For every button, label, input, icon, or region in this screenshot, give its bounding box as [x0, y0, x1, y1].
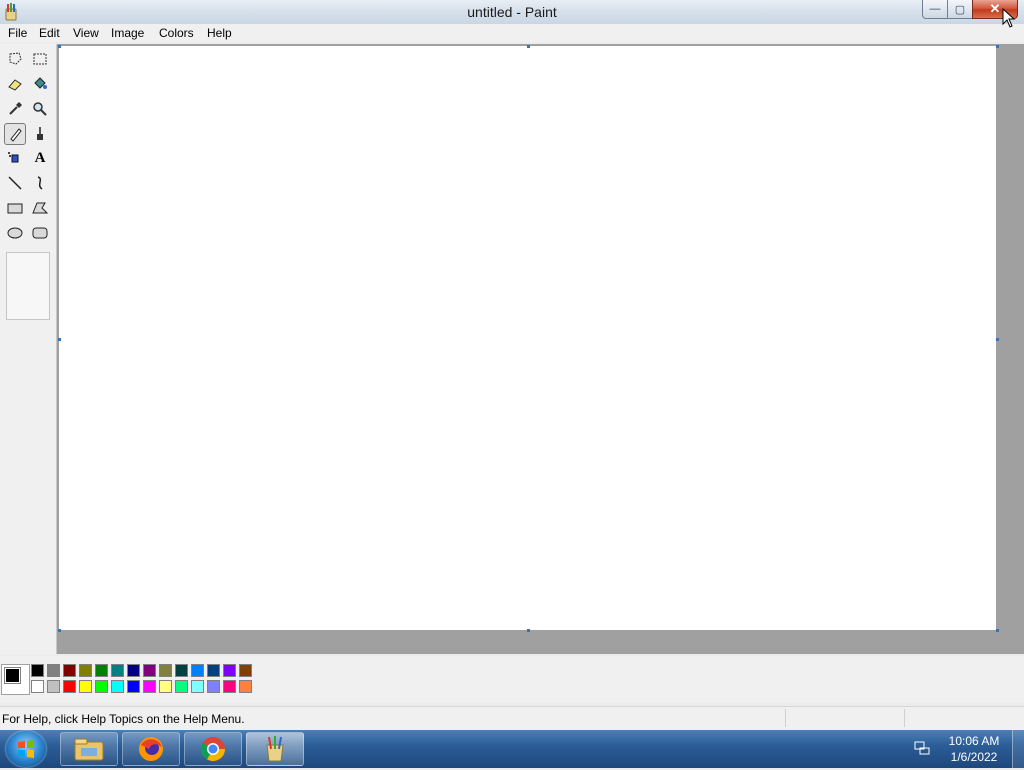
canvas-workspace: [57, 44, 1024, 654]
status-divider: [904, 709, 905, 727]
firefox-icon: [139, 737, 163, 761]
resize-handle-bottom-left[interactable]: [58, 629, 61, 632]
taskbar: 10:06 AM 1/6/2022: [0, 730, 1024, 768]
color-swatch[interactable]: [111, 680, 124, 693]
brush-icon[interactable]: [29, 123, 51, 145]
color-swatch[interactable]: [159, 680, 172, 693]
rectangle-icon[interactable]: [4, 197, 26, 219]
color-swatch[interactable]: [31, 664, 44, 677]
menu-edit[interactable]: Edit: [39, 26, 60, 40]
color-swatch[interactable]: [47, 664, 60, 677]
polygon-icon[interactable]: [29, 197, 51, 219]
eraser-icon[interactable]: [4, 73, 26, 95]
color-swatch[interactable]: [111, 664, 124, 677]
mouse-cursor-icon: [1002, 8, 1016, 28]
menu-colors[interactable]: Colors: [159, 26, 194, 40]
maximize-button[interactable]: ▢: [947, 0, 973, 19]
menu-bar: File Edit View Image Colors Help: [0, 24, 1024, 42]
status-divider: [785, 709, 786, 727]
color-palette: [0, 656, 1024, 702]
taskbar-firefox[interactable]: [122, 732, 180, 766]
color-swatch[interactable]: [207, 664, 220, 677]
resize-handle-top[interactable]: [527, 45, 530, 48]
menu-help[interactable]: Help: [207, 26, 232, 40]
text-tool-glyph: A: [34, 149, 46, 166]
status-help-text: For Help, click Help Topics on the Help …: [2, 712, 245, 726]
color-swatch[interactable]: [191, 664, 204, 677]
show-desktop-button[interactable]: [1012, 730, 1024, 768]
color-swatch[interactable]: [223, 664, 236, 677]
system-clock[interactable]: 10:06 AM 1/6/2022: [944, 733, 1004, 765]
resize-handle-top-right[interactable]: [996, 45, 999, 48]
resize-handle-top-left[interactable]: [58, 45, 61, 48]
color-swatch[interactable]: [95, 664, 108, 677]
clock-date: 1/6/2022: [950, 750, 998, 764]
resize-handle-bottom-right[interactable]: [996, 629, 999, 632]
color-swatch[interactable]: [31, 680, 44, 693]
fill-bucket-icon[interactable]: [29, 73, 51, 95]
free-form-select-icon[interactable]: [4, 48, 26, 70]
taskbar-paint[interactable]: [246, 732, 304, 766]
foreground-color[interactable]: [4, 667, 21, 684]
color-swatch[interactable]: [207, 680, 220, 693]
color-swatch[interactable]: [175, 664, 188, 677]
ellipse-icon[interactable]: [4, 222, 26, 244]
color-swatch[interactable]: [223, 680, 236, 693]
color-swatch[interactable]: [63, 664, 76, 677]
line-icon[interactable]: [4, 172, 26, 194]
color-swatch[interactable]: [127, 664, 140, 677]
color-swatch[interactable]: [127, 680, 140, 693]
windows-logo-icon: [18, 740, 34, 758]
taskbar-chrome[interactable]: [184, 732, 242, 766]
minimize-button[interactable]: —: [922, 0, 948, 19]
resize-handle-bottom[interactable]: [527, 629, 530, 632]
pencil-icon[interactable]: [4, 123, 26, 145]
color-picker-icon[interactable]: [4, 98, 26, 120]
menu-view[interactable]: View: [73, 26, 99, 40]
resize-handle-left[interactable]: [58, 338, 61, 341]
color-swatch[interactable]: [63, 680, 76, 693]
color-swatch[interactable]: [191, 680, 204, 693]
color-swatch[interactable]: [79, 664, 92, 677]
taskbar-file-explorer[interactable]: [60, 732, 118, 766]
menu-file[interactable]: File: [8, 26, 27, 40]
color-swatch[interactable]: [79, 680, 92, 693]
color-swatch[interactable]: [239, 664, 252, 677]
status-bar: For Help, click Help Topics on the Help …: [0, 706, 1024, 731]
window-title: untitled - Paint: [467, 4, 557, 20]
magnifier-icon[interactable]: [29, 98, 51, 120]
menu-image[interactable]: Image: [111, 26, 144, 40]
curve-icon[interactable]: [29, 172, 51, 194]
drawing-canvas[interactable]: [59, 46, 996, 630]
color-swatch[interactable]: [239, 680, 252, 693]
color-swatch[interactable]: [143, 680, 156, 693]
color-swatch[interactable]: [95, 680, 108, 693]
airbrush-icon[interactable]: [4, 147, 26, 169]
current-colors[interactable]: [1, 664, 30, 695]
clock-time: 10:06 AM: [948, 734, 1000, 748]
text-icon[interactable]: A: [29, 147, 51, 169]
color-swatch[interactable]: [159, 664, 172, 677]
toolbox: A: [0, 44, 57, 654]
paint-icon: [266, 736, 284, 762]
title-bar: untitled - Paint — ▢ ✕: [0, 0, 1024, 24]
start-button[interactable]: [6, 731, 46, 767]
color-swatch[interactable]: [47, 680, 60, 693]
color-swatch[interactable]: [175, 680, 188, 693]
file-explorer-icon: [74, 738, 104, 761]
color-swatch[interactable]: [143, 664, 156, 677]
tool-options-panel[interactable]: [6, 252, 50, 320]
resize-handle-right[interactable]: [996, 338, 999, 341]
chrome-icon: [200, 737, 225, 762]
rounded-rectangle-icon[interactable]: [29, 222, 51, 244]
network-icon[interactable]: [914, 740, 930, 756]
rectangle-select-icon[interactable]: [29, 48, 51, 70]
